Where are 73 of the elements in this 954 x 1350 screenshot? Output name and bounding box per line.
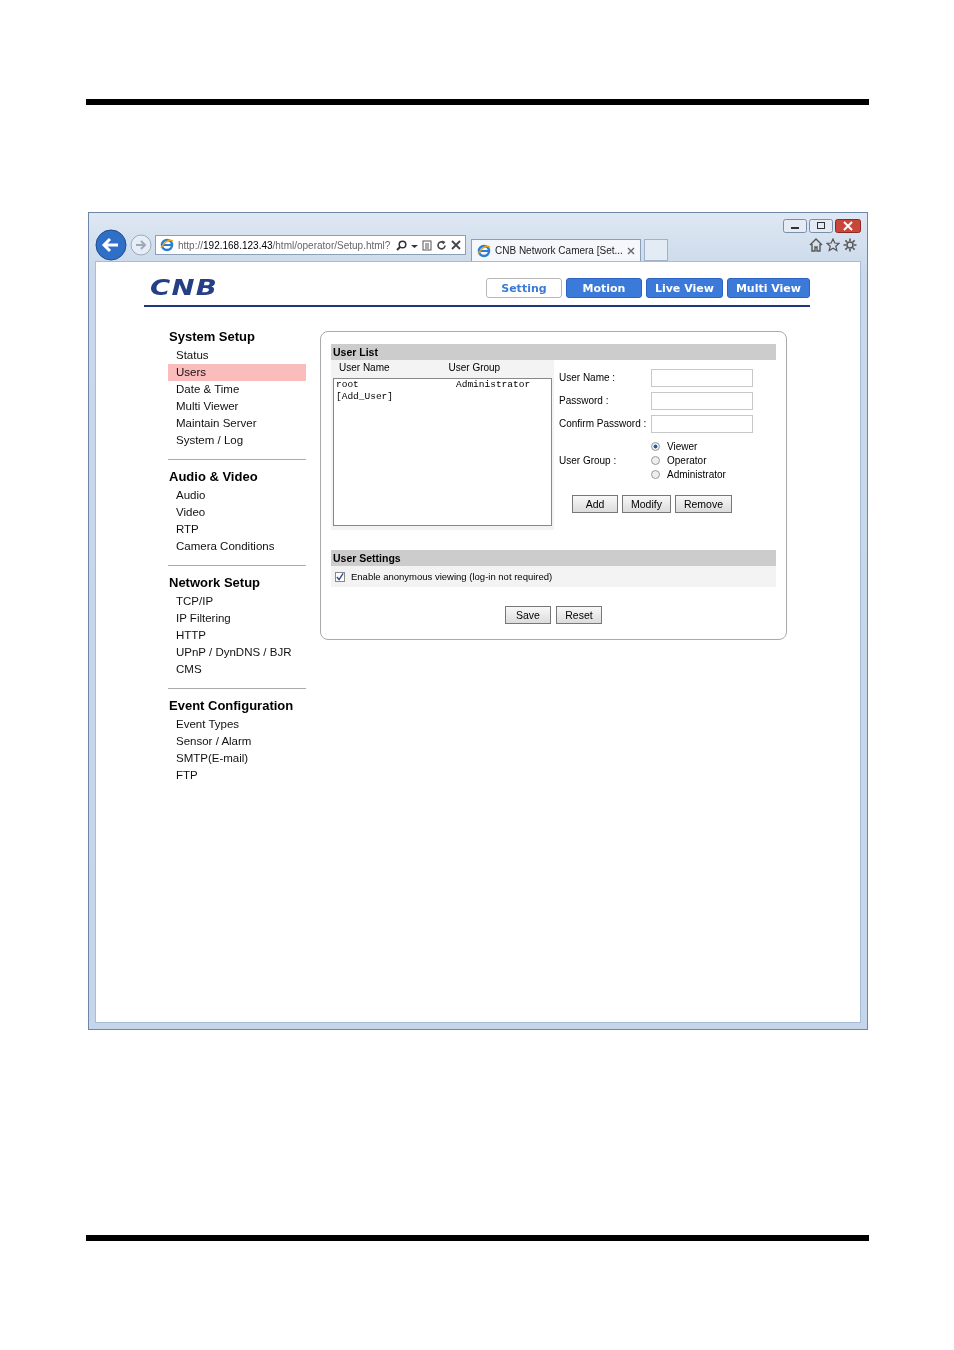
- sidebar-item[interactable]: SMTP(E-mail): [168, 750, 306, 767]
- section-header: User List: [331, 344, 776, 360]
- close-icon[interactable]: [626, 246, 635, 255]
- sidebar-item[interactable]: Video: [168, 504, 306, 521]
- sidebar-item[interactable]: Date & Time: [168, 381, 306, 398]
- sidebar-item[interactable]: HTTP: [168, 627, 306, 644]
- star-icon[interactable]: [826, 238, 840, 252]
- sidebar-item[interactable]: Multi Viewer: [168, 398, 306, 415]
- radio-button[interactable]: [651, 470, 660, 479]
- compatibility-icon[interactable]: [422, 239, 432, 251]
- list-entry[interactable]: [Add_User]: [336, 391, 456, 403]
- section-heading: System Setup: [169, 329, 256, 344]
- refresh-icon[interactable]: [436, 239, 447, 251]
- form-button[interactable]: Save: [505, 606, 551, 624]
- section-heading: Event Configuration: [169, 698, 295, 713]
- section-heading: Audio & Video: [169, 469, 259, 484]
- home-icon[interactable]: [809, 238, 823, 252]
- field-label: User Name :: [559, 372, 617, 383]
- radio-label: Operator: [667, 455, 707, 466]
- checkbox-label: Enable anonymous viewing (log-in not required): [351, 571, 553, 582]
- nav-tab[interactable]: Setting: [485, 278, 562, 298]
- minimize-icon[interactable]: [783, 219, 807, 233]
- sidebar-item[interactable]: Audio: [168, 487, 306, 504]
- column-header: User Group: [447, 362, 502, 375]
- search-icon[interactable]: [396, 239, 407, 251]
- radio-label: Viewer: [667, 441, 698, 452]
- nav-tab[interactable]: Live View: [645, 278, 723, 298]
- sidebar-item[interactable]: Users: [168, 364, 306, 381]
- section-heading: Network Setup: [169, 575, 261, 590]
- checkbox[interactable]: [335, 571, 345, 582]
- stop-icon[interactable]: [451, 240, 461, 250]
- sidebar-item[interactable]: Event Types: [168, 716, 306, 733]
- sidebar-item[interactable]: FTP: [168, 767, 306, 784]
- settings-icon[interactable]: [843, 238, 857, 252]
- column-header: User Name: [338, 362, 391, 375]
- sidebar-item[interactable]: CMS: [168, 661, 306, 678]
- field-label: Password :: [559, 395, 610, 406]
- sidebar-item[interactable]: Status: [168, 347, 306, 364]
- list-entry: Administrator: [456, 379, 531, 391]
- sidebar-item[interactable]: TCP/IP: [168, 593, 306, 610]
- sidebar-item[interactable]: RTP: [168, 521, 306, 538]
- form-button[interactable]: Modify: [622, 495, 671, 513]
- browser-logo-icon: [160, 238, 174, 252]
- input-field[interactable]: [651, 391, 753, 410]
- address-bar[interactable]: http://192.168.123.43/html/operator/Setup.html?: [155, 235, 466, 255]
- sidebar-item[interactable]: IP Filtering: [168, 610, 306, 627]
- sidebar-item[interactable]: UPnP / DynDNS / BJR: [168, 644, 306, 661]
- field-label: Confirm Password :: [559, 418, 648, 429]
- sidebar-item[interactable]: Camera Conditions: [168, 538, 306, 555]
- url-text: http://192.168.123.43/html/operator/Setup.html?: [178, 239, 392, 251]
- nav-tab[interactable]: Multi View: [726, 278, 810, 298]
- back-icon[interactable]: [95, 229, 127, 261]
- sidebar-item[interactable]: System / Log: [168, 432, 306, 449]
- form-button[interactable]: Reset: [556, 606, 602, 624]
- browser-logo-icon: [477, 243, 491, 258]
- form-button[interactable]: Add: [572, 495, 618, 513]
- input-field[interactable]: [651, 368, 753, 387]
- nav-tab[interactable]: Motion: [565, 278, 642, 298]
- radio-button[interactable]: [651, 442, 660, 451]
- section-header: User Settings: [331, 550, 776, 566]
- logo: CNB: [150, 276, 218, 300]
- radio-label: Administrator: [667, 469, 726, 480]
- maximize-icon[interactable]: [809, 219, 833, 233]
- close-icon[interactable]: [835, 219, 861, 233]
- sidebar-item[interactable]: Maintain Server: [168, 415, 306, 432]
- input-field[interactable]: [651, 414, 753, 433]
- user-listbox[interactable]: root Administrator [Add_User]: [333, 378, 552, 526]
- form-button[interactable]: Remove: [674, 495, 733, 513]
- sidebar-item[interactable]: Sensor / Alarm: [168, 733, 306, 750]
- radio-button[interactable]: [651, 456, 660, 465]
- browser-tab[interactable]: CNB Network Camera [Set...: [471, 239, 641, 261]
- list-entry[interactable]: root: [336, 379, 456, 391]
- field-label: User Group :: [559, 455, 618, 466]
